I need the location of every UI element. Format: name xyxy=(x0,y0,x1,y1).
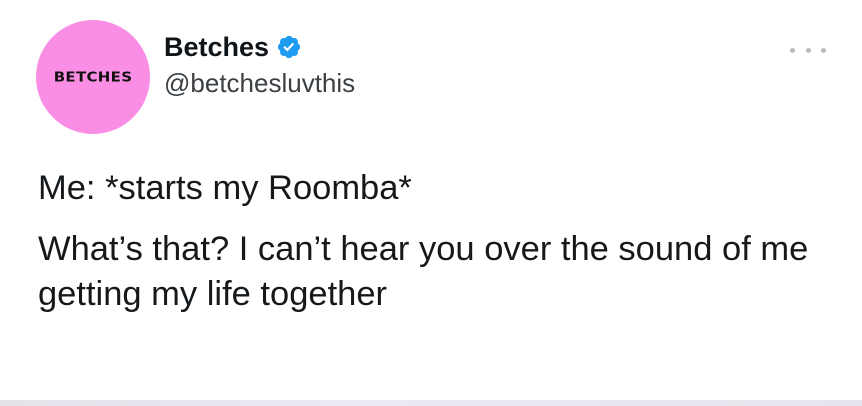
author-display-name[interactable]: Betches xyxy=(164,32,269,63)
verified-badge-icon xyxy=(276,34,302,60)
more-dot xyxy=(805,47,811,53)
more-dot xyxy=(821,47,826,53)
tweet-text-line2: What’s that? I can’t hear you over the s… xyxy=(38,229,809,313)
more-options-icon[interactable] xyxy=(790,44,826,56)
avatar[interactable]: BETCHES xyxy=(36,20,150,134)
tweet-text: Me: *starts my Roomba* What’s that? I ca… xyxy=(38,166,838,317)
author-handle[interactable]: @betchesluvthis xyxy=(164,68,355,99)
tweet-text-line1: Me: *starts my Roomba* xyxy=(38,169,412,207)
tweet-card: BETCHES Betches @betchesluvthis Me: *sta… xyxy=(0,0,862,406)
more-dot xyxy=(790,47,795,53)
bottom-divider xyxy=(0,400,862,406)
avatar-logo-text: BETCHES xyxy=(53,68,133,86)
tweet-header: Betches @betchesluvthis xyxy=(164,30,355,99)
author-name-row: Betches xyxy=(164,30,355,64)
